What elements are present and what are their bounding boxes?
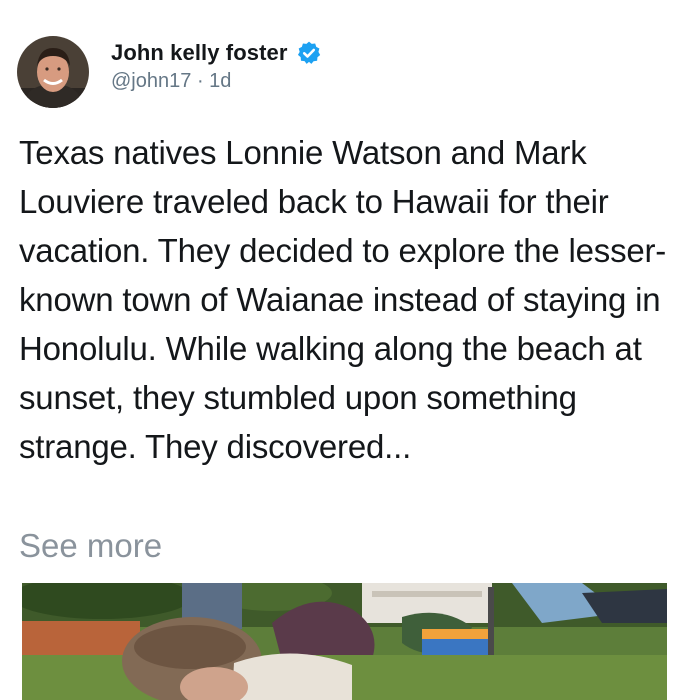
post-image[interactable]	[22, 583, 667, 700]
author-display-name[interactable]: John kelly foster	[111, 40, 288, 66]
author-meta: John kelly foster @john17 · 1d	[111, 38, 322, 93]
author-handle[interactable]: @john17	[111, 70, 191, 92]
author-sub-row: @john17 · 1d	[111, 70, 322, 93]
post-time[interactable]: 1d	[209, 70, 231, 92]
author-name-row: John kelly foster	[111, 38, 322, 68]
meta-separator: ·	[196, 70, 204, 92]
post-text: Texas natives Lonnie Watson and Mark Lou…	[19, 134, 667, 465]
post-header: John kelly foster @john17 · 1d	[17, 36, 322, 108]
verified-badge-icon	[296, 40, 322, 66]
avatar[interactable]	[17, 36, 89, 108]
see-more-link[interactable]: See more	[19, 521, 162, 570]
post-card[interactable]: John kelly foster @john17 · 1d Texas nat…	[0, 0, 700, 700]
